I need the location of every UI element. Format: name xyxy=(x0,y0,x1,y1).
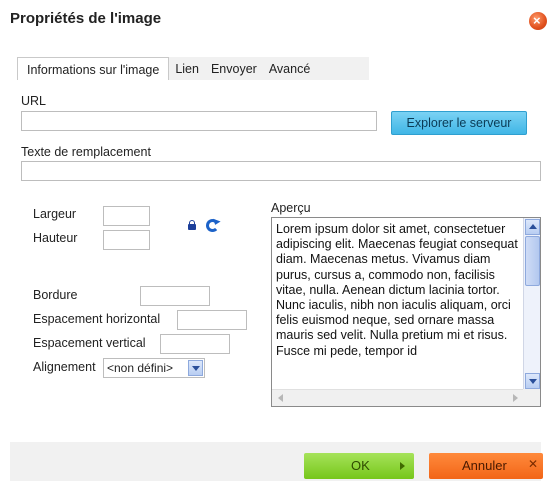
caret-right-icon xyxy=(400,462,405,470)
height-field[interactable] xyxy=(103,230,150,250)
preview-horizontal-scrollbar[interactable] xyxy=(272,389,524,406)
align-label: Alignement xyxy=(33,360,96,374)
tab-advanced[interactable]: Avancé xyxy=(263,57,316,81)
cancel-button-label: Annuler xyxy=(462,458,507,473)
close-icon: × xyxy=(533,13,541,28)
tab-link[interactable]: Lien xyxy=(169,57,205,81)
scroll-left-icon[interactable] xyxy=(273,391,288,406)
border-label: Bordure xyxy=(33,288,78,302)
reset-size-icon[interactable] xyxy=(206,219,219,232)
vspace-label: Espacement vertical xyxy=(33,336,146,350)
alt-text-label: Texte de remplacement xyxy=(21,145,151,159)
hspace-field[interactable] xyxy=(177,310,247,330)
browse-server-button[interactable]: Explorer le serveur xyxy=(391,111,527,135)
tab-image-info[interactable]: Informations sur l'image xyxy=(17,57,170,81)
close-button[interactable]: × xyxy=(529,12,547,30)
align-select-value: <non défini> xyxy=(107,361,174,375)
border-field[interactable] xyxy=(140,286,210,306)
preview-vertical-scrollbar[interactable] xyxy=(523,218,540,390)
alt-text-field[interactable] xyxy=(21,161,541,181)
align-select[interactable]: <non défini> xyxy=(103,358,205,378)
preview-box: Lorem ipsum dolor sit amet, consectetuer… xyxy=(271,217,541,407)
scrollbar-corner xyxy=(523,389,540,406)
scroll-thumb[interactable] xyxy=(525,236,540,286)
vspace-field[interactable] xyxy=(160,334,230,354)
scroll-right-icon[interactable] xyxy=(508,391,523,406)
ok-button-label: OK xyxy=(351,458,370,473)
ok-button[interactable]: OK xyxy=(304,453,414,479)
close-icon: ✕ xyxy=(528,457,539,471)
tab-upload[interactable]: Envoyer xyxy=(205,57,263,81)
cancel-button[interactable]: Annuler ✕ xyxy=(429,453,543,479)
lock-icon[interactable] xyxy=(188,220,196,230)
scroll-down-icon[interactable] xyxy=(525,373,540,389)
preview-text: Lorem ipsum dolor sit amet, consectetuer… xyxy=(276,222,518,358)
height-label: Hauteur xyxy=(33,231,78,245)
width-label: Largeur xyxy=(33,207,77,221)
chevron-down-icon[interactable] xyxy=(188,360,203,376)
scroll-up-icon[interactable] xyxy=(525,219,540,235)
url-label: URL xyxy=(21,94,47,108)
preview-label: Aperçu xyxy=(271,201,311,215)
width-field[interactable] xyxy=(103,206,150,226)
dialog-title: Propriétés de l'image xyxy=(10,10,162,27)
url-field[interactable] xyxy=(21,111,377,131)
tab-strip: Informations sur l'image Lien Envoyer Av… xyxy=(17,57,369,81)
hspace-label: Espacement horizontal xyxy=(33,312,161,326)
